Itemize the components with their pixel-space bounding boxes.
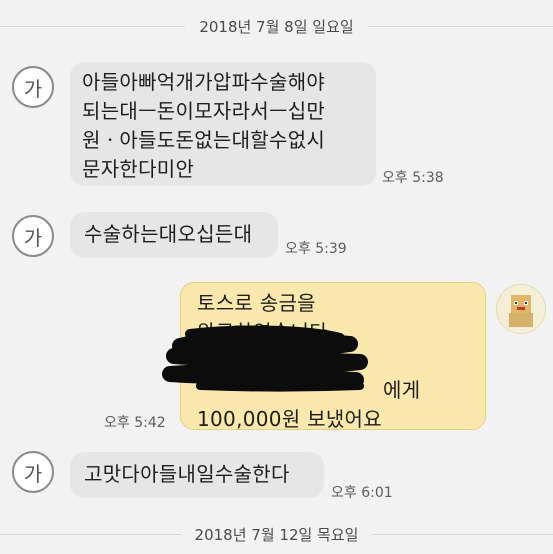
divider — [367, 25, 553, 27]
date-label: 2018년 7월 8일 일요일 — [199, 17, 354, 36]
avatar-initial: 가 — [23, 461, 43, 486]
message-bubble-incoming[interactable]: 아들아빠억개가압파수술해야 되는대ㅡ돈이모자라서ㅡ십만 원ㆍ아들도돈없는대할수없… — [70, 62, 376, 186]
message-time: 오후 5:39 — [285, 241, 347, 257]
message-time: 오후 5:42 — [104, 415, 166, 431]
divider — [0, 533, 181, 535]
avatar-initial: 가 — [23, 76, 43, 101]
contact-avatar[interactable]: 가 — [12, 215, 54, 257]
message-line: 원ㆍ아들도돈없는대할수없시 — [82, 128, 326, 152]
divider — [372, 533, 553, 535]
date-separator-top: 2018년 7월 8일 일요일 — [0, 14, 553, 38]
date-label: 2018년 7월 12일 목요일 — [194, 525, 359, 544]
message-bubble-incoming[interactable]: 수술하는대오십든대 — [70, 212, 278, 258]
message-time: 오후 6:01 — [331, 485, 393, 501]
contact-avatar[interactable]: 가 — [12, 66, 54, 108]
message-line: 아들아빠억개가압파수술해야 — [82, 70, 326, 94]
divider — [0, 25, 186, 27]
message-time: 오후 5:38 — [382, 170, 444, 186]
date-separator-bottom: 2018년 7월 12일 목요일 — [0, 522, 553, 546]
profile-character-icon — [497, 285, 545, 333]
message-line: 토스로 송금을 — [197, 291, 316, 315]
avatar-initial: 가 — [23, 225, 43, 250]
redaction-scribble — [162, 325, 368, 392]
message-line: 100,000원 보냈어요 — [197, 407, 382, 431]
message-line: 되는대ㅡ돈이모자라서ㅡ십만 — [82, 99, 326, 123]
message-line: 고맛다아들내일수술한다 — [84, 462, 290, 486]
message-line: 수술하는대오십든대 — [84, 222, 253, 246]
message-bubble-incoming[interactable]: 고맛다아들내일수술한다 — [70, 452, 324, 498]
message-line: 문자한다미안 — [82, 157, 195, 181]
my-profile-avatar[interactable] — [496, 284, 546, 334]
contact-avatar[interactable]: 가 — [12, 451, 54, 493]
